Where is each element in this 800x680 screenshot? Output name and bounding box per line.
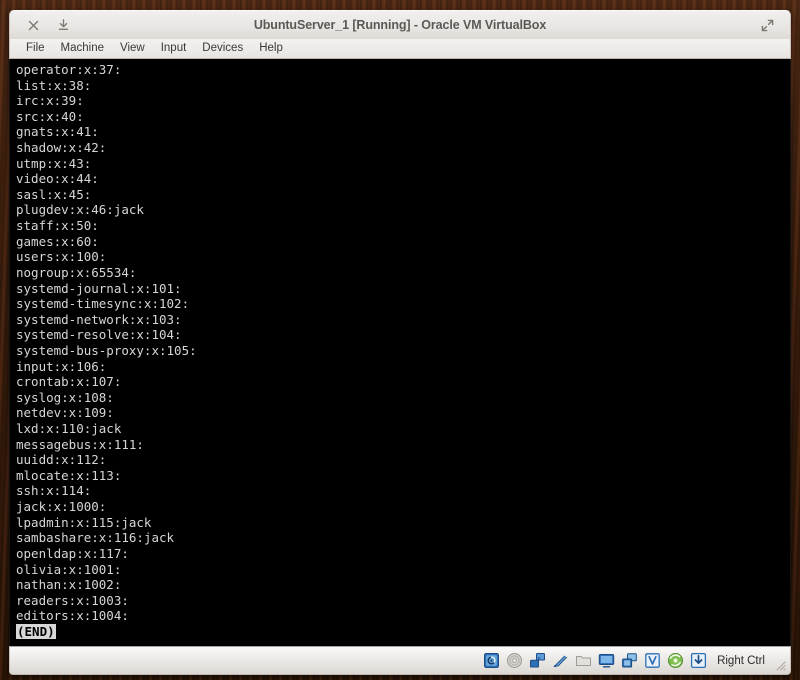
terminal-line: uuidd:x:112: (16, 452, 107, 468)
optical-disk-icon[interactable] (504, 650, 525, 671)
terminal-line: lpadmin:x:115:jack (16, 514, 152, 530)
virtualbox-vm-window: UbuntuServer_1 [Running] - Oracle VM Vir… (9, 10, 791, 675)
terminal-line: messagebus:x:111: (16, 436, 144, 452)
terminal-line: nathan:x:1002: (16, 577, 122, 593)
terminal-line: users:x:100: (16, 249, 107, 265)
maximize-icon (761, 19, 773, 31)
pager-prompt: (END) (16, 623, 790, 640)
vm-status-bar: Right Ctrl (9, 646, 791, 675)
terminal-line: nogroup:x:65534: (16, 264, 137, 280)
terminal-line: systemd-journal:x:101: (16, 280, 182, 296)
terminal-line: operator:x:37: (16, 62, 122, 77)
terminal-output: operator:x:37: list:x:38: irc:x:39: src:x:4… (10, 59, 790, 640)
terminal-line: systemd-bus-proxy:x:105: (16, 342, 197, 358)
menu-item-view[interactable]: View (112, 39, 153, 58)
terminal-line: editors:x:1004: (16, 608, 129, 624)
terminal-line: systemd-resolve:x:104: (16, 327, 182, 343)
terminal-line: openldap:x:117: (16, 545, 129, 561)
terminal-line: syslog:x:108: (16, 389, 114, 405)
terminal-line: plugdev:x:46:jack (16, 202, 144, 218)
terminal-line: shadow:x:42: (16, 140, 107, 156)
menu-item-file[interactable]: File (18, 39, 53, 58)
video-capture-icon[interactable] (619, 650, 640, 671)
menubar: File Machine View Input Devices Help (9, 39, 791, 59)
maximize-button[interactable] (756, 14, 778, 36)
close-button[interactable] (22, 14, 44, 36)
terminal-line: src:x:40: (16, 108, 84, 124)
terminal-line: staff:x:50: (16, 218, 99, 234)
terminal-line: netdev:x:109: (16, 405, 114, 421)
window-titlebar[interactable]: UbuntuServer_1 [Running] - Oracle VM Vir… (9, 10, 791, 39)
pager-end-marker: (END) (16, 623, 56, 639)
remote-desktop-icon[interactable] (665, 650, 686, 671)
close-icon (28, 20, 38, 30)
terminal-line: jack:x:1000: (16, 499, 107, 515)
minimize-icon (58, 19, 68, 30)
shared-folders-icon[interactable] (573, 650, 594, 671)
terminal-line: olivia:x:1001: (16, 561, 122, 577)
terminal-line: video:x:44: (16, 171, 99, 187)
window-resize-grip[interactable] (771, 650, 786, 671)
mouse-integration-icon[interactable] (688, 650, 709, 671)
display-icon[interactable] (596, 650, 617, 671)
terminal-line: systemd-timesync:x:102: (16, 296, 190, 312)
terminal-line: games:x:60: (16, 233, 99, 249)
menu-item-machine[interactable]: Machine (53, 39, 112, 58)
menu-item-input[interactable]: Input (153, 39, 195, 58)
terminal-line: list:x:38: (16, 77, 92, 93)
host-key-label: Right Ctrl (717, 654, 765, 667)
usb-devices-icon[interactable] (550, 650, 571, 671)
terminal-line: irc:x:39: (16, 93, 84, 109)
terminal-line: utmp:x:43: (16, 155, 92, 171)
minimize-button[interactable] (52, 14, 74, 36)
menu-item-help[interactable]: Help (251, 39, 291, 58)
terminal-line: sasl:x:45: (16, 186, 92, 202)
terminal-line: systemd-network:x:103: (16, 311, 182, 327)
terminal-line: readers:x:1003: (16, 592, 129, 608)
window-title: UbuntuServer_1 [Running] - Oracle VM Vir… (253, 18, 547, 32)
terminal-line: sambashare:x:116:jack (16, 530, 175, 546)
terminal-line: crontab:x:107: (16, 374, 122, 390)
terminal-line: input:x:106: (16, 358, 107, 374)
network-adapters-icon[interactable] (527, 650, 548, 671)
hard-disk-icon[interactable] (481, 650, 502, 671)
terminal-line: gnats:x:41: (16, 124, 99, 140)
terminal-line: lxd:x:110:jack (16, 421, 122, 437)
terminal-line: mlocate:x:113: (16, 467, 122, 483)
guest-display[interactable]: operator:x:37: list:x:38: irc:x:39: src:x:4… (9, 59, 791, 646)
resize-grip-icon (776, 661, 786, 671)
virtualbox-guest-additions-icon[interactable] (642, 650, 663, 671)
menu-item-devices[interactable]: Devices (194, 39, 251, 58)
terminal-line: ssh:x:114: (16, 483, 92, 499)
